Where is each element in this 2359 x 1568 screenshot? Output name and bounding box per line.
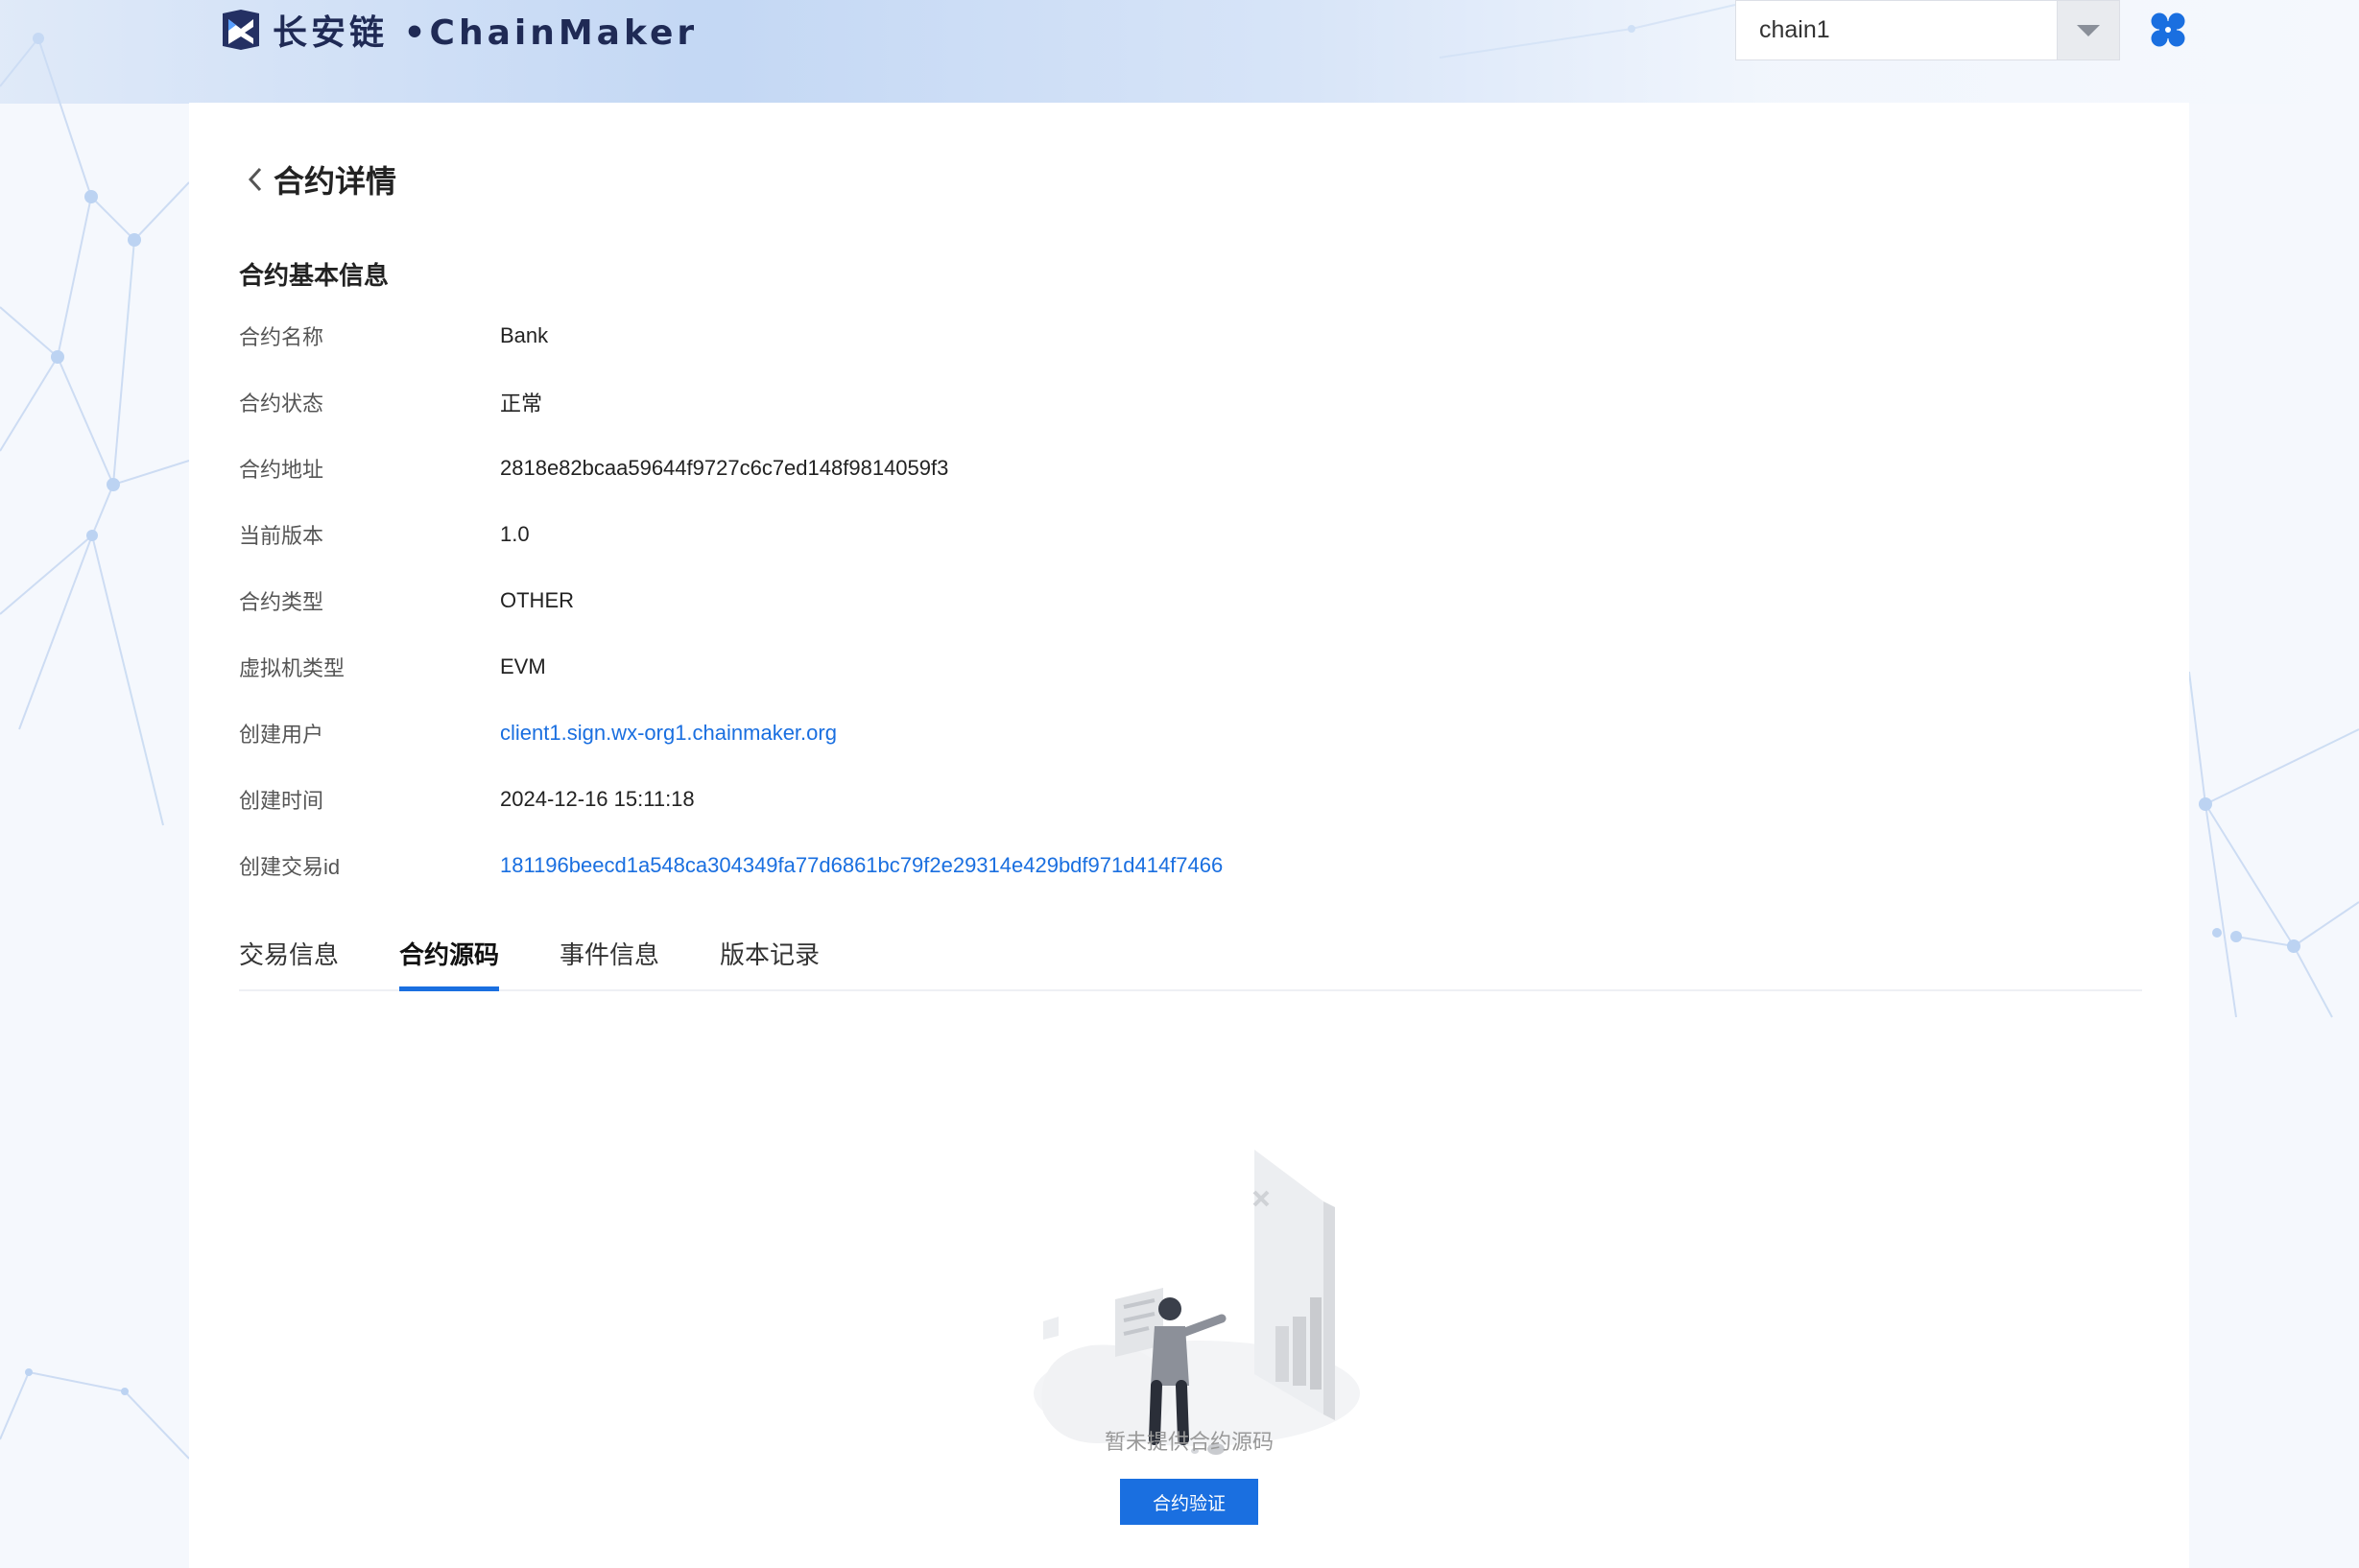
creator-link[interactable]: client1.sign.wx-org1.chainmaker.org bbox=[500, 721, 837, 746]
info-label: 合约名称 bbox=[239, 325, 324, 349]
tab-transactions[interactable]: 交易信息 bbox=[239, 936, 339, 989]
info-value: 2024-12-16 15:11:18 bbox=[500, 787, 695, 811]
info-row-create-tx-id: 创建交易id 181196beecd1a548ca304349fa77d6861… bbox=[239, 846, 1223, 885]
apps-grid-icon[interactable] bbox=[2150, 12, 2186, 48]
contract-detail-card: 合约详情 合约基本信息 合约名称 Bank 合约状态 正常 合约地址 2818e… bbox=[189, 103, 2189, 1568]
chainmaker-logo[interactable]: 长安链 •ChainMaker bbox=[219, 6, 698, 54]
chainmaker-logo-icon bbox=[223, 10, 259, 50]
info-label: 合约状态 bbox=[239, 392, 324, 416]
create-tx-id-link[interactable]: 181196beecd1a548ca304349fa77d6861bc79f2e… bbox=[500, 853, 1223, 878]
page-title: 合约详情 bbox=[245, 155, 396, 203]
tab-events[interactable]: 事件信息 bbox=[560, 936, 659, 989]
caret-down-icon[interactable] bbox=[2057, 1, 2119, 59]
empty-state-text: 暂未提供合约源码 bbox=[1104, 1430, 1274, 1454]
chevron-left-icon[interactable] bbox=[245, 165, 266, 194]
chain-select-value: chain1 bbox=[1759, 16, 1830, 43]
logo-text: 长安链 •ChainMaker bbox=[273, 13, 699, 53]
info-value: 2818e82bcaa59644f9727c6c7ed148f9814059f3 bbox=[500, 456, 949, 480]
tab-contract-source[interactable]: 合约源码 bbox=[399, 936, 500, 991]
info-row-create-time: 创建时间 2024-12-16 15:11:18 bbox=[239, 780, 695, 819]
info-value: OTHER bbox=[500, 588, 574, 612]
info-label: 创建时间 bbox=[239, 789, 324, 813]
info-label: 创建用户 bbox=[239, 723, 324, 747]
info-label: 合约类型 bbox=[239, 590, 324, 614]
info-value: 1.0 bbox=[500, 522, 530, 546]
section-title: 合约基本信息 bbox=[239, 261, 390, 290]
info-row-contract-address: 合约地址 2818e82bcaa59644f9727c6c7ed148f9814… bbox=[239, 449, 948, 487]
info-row-contract-status: 合约状态 正常 bbox=[239, 383, 542, 421]
info-row-contract-name: 合约名称 Bank bbox=[239, 317, 548, 355]
page-title-text: 合约详情 bbox=[274, 164, 397, 199]
tab-version-history[interactable]: 版本记录 bbox=[720, 936, 820, 989]
info-row-contract-type: 合约类型 OTHER bbox=[239, 582, 574, 620]
info-row-current-version: 当前版本 1.0 bbox=[239, 515, 530, 554]
info-value: 正常 bbox=[500, 392, 543, 416]
info-value: EVM bbox=[500, 654, 546, 678]
info-value: Bank bbox=[500, 323, 549, 347]
info-label: 虚拟机类型 bbox=[239, 656, 346, 680]
info-row-creator: 创建用户 client1.sign.wx-org1.chainmaker.org bbox=[239, 714, 837, 752]
chain-select[interactable]: chain1 bbox=[1735, 0, 2120, 60]
info-label: 创建交易id bbox=[239, 855, 341, 879]
info-row-vm-type: 虚拟机类型 EVM bbox=[239, 648, 546, 686]
info-label: 合约地址 bbox=[239, 458, 324, 482]
contract-verify-button[interactable]: 合约验证 bbox=[1120, 1479, 1258, 1525]
detail-tabs: 交易信息 合约源码 事件信息 版本记录 bbox=[239, 936, 2142, 991]
info-label: 当前版本 bbox=[239, 524, 324, 548]
